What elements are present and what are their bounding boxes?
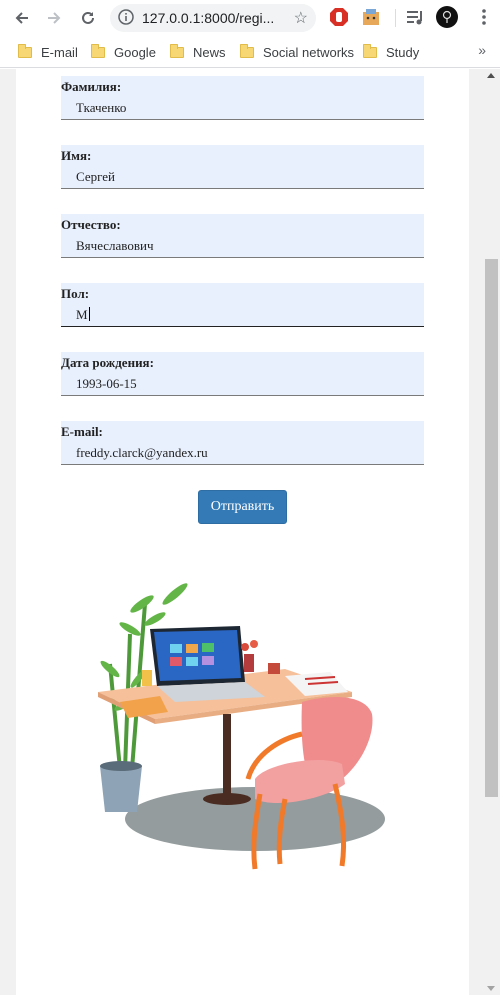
folder-icon	[91, 43, 105, 58]
folder-icon	[18, 43, 32, 58]
info-icon[interactable]	[118, 8, 134, 28]
browser-toolbar: 127.0.0.1:8000/regi... ☆	[0, 0, 500, 36]
arrow-left-icon[interactable]	[10, 6, 34, 30]
bookmark-label: News	[193, 44, 226, 60]
field-value: 1993-06-15	[76, 376, 137, 391]
pencil-cup	[142, 670, 152, 686]
field-value: freddy.clarck@yandex.ru	[76, 445, 208, 460]
bookmark-social-networks[interactable]: Social networks	[240, 43, 354, 61]
folder-icon	[240, 43, 254, 58]
reload-icon[interactable]	[76, 6, 100, 30]
bookmark-label: E-mail	[41, 44, 78, 60]
bookmark-news[interactable]: News	[170, 43, 226, 61]
first-name-field[interactable]: Имя: Сергей	[61, 145, 424, 189]
field-value: Вячеславович	[76, 238, 154, 253]
arrow-right-icon[interactable]	[42, 6, 66, 30]
bookmark-study[interactable]: Study	[363, 43, 419, 61]
bookmark-label: Study	[386, 44, 420, 60]
field-label: Отчество:	[61, 217, 121, 232]
scroll-up-icon[interactable]	[487, 73, 495, 78]
field-label: Фамилия:	[61, 79, 122, 94]
avatar-icon[interactable]	[436, 6, 458, 28]
field-value: М	[76, 307, 88, 322]
bookmark-google[interactable]: Google	[91, 43, 156, 61]
page-scrollbar[interactable]	[483, 69, 500, 995]
folder-icon	[363, 43, 377, 58]
extension-icon[interactable]	[361, 7, 381, 27]
scroll-down-icon[interactable]	[487, 986, 495, 991]
field-value: Сергей	[76, 169, 115, 184]
gender-field[interactable]: Пол: М	[61, 283, 424, 327]
page-viewport: Фамилия: Ткаченко Имя: Сергей Отчество: …	[0, 69, 500, 995]
url-text: 127.0.0.1:8000/regi...	[142, 10, 275, 26]
folder-icon	[170, 43, 184, 58]
plant-pot	[100, 766, 142, 812]
patronymic-field[interactable]: Отчество: Вячеславович	[61, 214, 424, 258]
field-value-wrap: М	[76, 307, 90, 323]
kebab-menu-icon[interactable]	[474, 7, 494, 27]
bookmarks-overflow-button[interactable]: »	[478, 42, 486, 58]
bookmark-email[interactable]: E-mail	[18, 43, 78, 61]
field-label: Дата рождения:	[61, 355, 154, 370]
desk-illustration	[98, 583, 385, 870]
flower-pot	[244, 654, 254, 672]
address-bar[interactable]: 127.0.0.1:8000/regi... ☆	[110, 4, 316, 32]
bookmark-label: Social networks	[263, 44, 355, 60]
star-icon[interactable]: ☆	[294, 8, 308, 28]
text-caret	[88, 307, 90, 321]
field-value: Ткаченко	[76, 100, 127, 115]
toolbar-divider	[395, 9, 396, 27]
field-label: Имя:	[61, 148, 92, 163]
bookmark-label: Google	[114, 44, 156, 60]
bookmarks-bar: E-mail Google News Social networks Study…	[0, 36, 500, 68]
submit-button[interactable]: Отправить	[198, 490, 287, 524]
field-label: Пол:	[61, 286, 90, 301]
birth-date-field[interactable]: Дата рождения: 1993-06-15	[61, 352, 424, 396]
mug	[268, 663, 280, 674]
desk-leg	[223, 714, 231, 794]
email-field[interactable]: E-mail: freddy.clarck@yandex.ru	[61, 421, 424, 465]
field-label: E-mail:	[61, 424, 103, 439]
media-queue-icon[interactable]	[405, 7, 425, 27]
last-name-field[interactable]: Фамилия: Ткаченко	[61, 76, 424, 120]
stop-hand-icon[interactable]	[329, 7, 349, 27]
scroll-thumb[interactable]	[485, 259, 498, 797]
